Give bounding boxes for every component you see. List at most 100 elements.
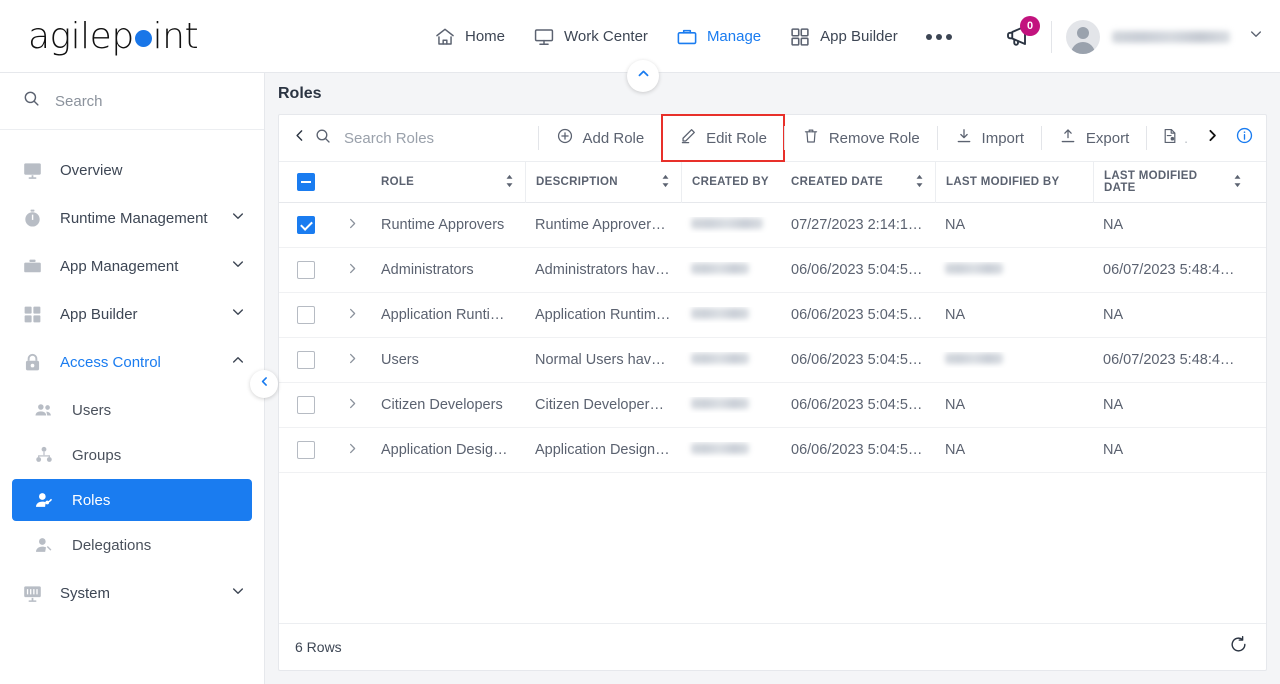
- cell-last-modified-by: [935, 262, 1093, 278]
- sidebar-label-overview: Overview: [60, 161, 123, 179]
- sidebar-item-runtime-management[interactable]: Runtime Management: [0, 194, 264, 242]
- row-expand-button[interactable]: [333, 396, 371, 415]
- row-checkbox[interactable]: [297, 441, 315, 459]
- select-all-checkbox[interactable]: [297, 173, 315, 191]
- row-expand-button[interactable]: [333, 306, 371, 325]
- sidebar-item-app-builder[interactable]: App Builder: [0, 290, 264, 338]
- sidebar-nav: Overview Runtime Management App Manageme…: [0, 130, 264, 617]
- row-expand-button[interactable]: [333, 261, 371, 280]
- column-header-last-modified-date[interactable]: LAST MODIFIED DATE: [1093, 162, 1253, 203]
- row-checkbox-cell: [279, 351, 333, 369]
- row-expand-button[interactable]: [333, 351, 371, 370]
- column-header-role[interactable]: ROLE: [371, 162, 525, 203]
- table-row[interactable]: Application Design… Application Design… 06…: [279, 428, 1266, 473]
- nav-item-work-center[interactable]: Work Center: [519, 20, 662, 54]
- nav-item-manage[interactable]: Manage: [662, 20, 775, 54]
- column-label-last-modified-by: LAST MODIFIED BY: [946, 176, 1060, 188]
- sidebar-item-app-management[interactable]: App Management: [0, 242, 264, 290]
- chevron-left-icon: [258, 375, 271, 393]
- import-button[interactable]: Import: [938, 115, 1042, 161]
- row-checkbox-cell: [279, 396, 333, 414]
- system-icon: [22, 583, 48, 604]
- cell-last-modified-date: 06/07/2023 5:48:4…: [1103, 262, 1235, 278]
- sort-icon[interactable]: [660, 174, 671, 191]
- page-title: Roles: [278, 85, 322, 102]
- sidebar-item-delegations[interactable]: Delegations: [12, 524, 252, 566]
- row-expand-button[interactable]: [333, 216, 371, 235]
- cell-created-date: 06/06/2023 5:04:5…: [791, 352, 923, 368]
- avatar[interactable]: [1066, 19, 1100, 54]
- chevron-down-icon[interactable]: [1248, 26, 1264, 47]
- ellipsis-icon[interactable]: [912, 28, 966, 46]
- import-icon: [955, 127, 973, 149]
- sidebar-item-overview[interactable]: Overview: [0, 146, 264, 194]
- cell-role: Application Runtim…: [381, 307, 517, 323]
- table-row[interactable]: Citizen Developers Citizen Developers … 06…: [279, 383, 1266, 428]
- row-checkbox[interactable]: [297, 216, 315, 234]
- notifications-button[interactable]: 0: [1003, 15, 1040, 54]
- cell-role: Runtime Approvers: [381, 217, 505, 233]
- table-row[interactable]: Application Runtim… Application Runtim… 06…: [279, 293, 1266, 338]
- created-by-redacted: [691, 398, 749, 409]
- cell-created-date: 07/27/2023 2:14:1…: [791, 217, 923, 233]
- row-checkbox[interactable]: [297, 396, 315, 414]
- sort-icon[interactable]: [504, 174, 515, 191]
- created-by-redacted: [691, 263, 749, 274]
- add-role-button[interactable]: Add Role: [539, 115, 662, 161]
- logo-text-part1: agilep: [28, 16, 134, 57]
- header-collapse-toggle[interactable]: [627, 60, 659, 92]
- sidebar-item-access-control[interactable]: Access Control: [0, 338, 264, 386]
- table-row[interactable]: Users Normal Users have… 06/06/2023 5:04:5…: [279, 338, 1266, 383]
- agilepoint-logo[interactable]: agilep int: [28, 16, 199, 57]
- sort-icon[interactable]: [914, 174, 925, 191]
- report-button[interactable]: .: [1147, 127, 1194, 150]
- sidebar-label-runtime-management: Runtime Management: [60, 209, 208, 227]
- avatar-head: [1077, 26, 1089, 39]
- select-all-checkbox-cell: [279, 162, 333, 203]
- remove-role-button[interactable]: Remove Role: [785, 115, 937, 161]
- table-row[interactable]: Runtime Approvers Runtime Approvers… 07/27…: [279, 203, 1266, 248]
- created-by-redacted: [691, 308, 749, 319]
- created-by-redacted: [691, 218, 763, 229]
- sidebar-item-users[interactable]: Users: [12, 389, 252, 431]
- sidebar-search-input[interactable]: Search: [0, 73, 264, 130]
- sidebar-collapse-toggle[interactable]: [250, 370, 278, 398]
- row-checkbox[interactable]: [297, 351, 315, 369]
- export-icon: [1059, 127, 1077, 149]
- toolbar-back-button[interactable]: [285, 127, 314, 149]
- role-icon: [34, 490, 60, 510]
- table-row[interactable]: Administrators Administrators hav… 06/06/2…: [279, 248, 1266, 293]
- edit-role-button[interactable]: Edit Role: [661, 114, 785, 162]
- briefcase-icon: [676, 26, 698, 48]
- header-divider: [1051, 20, 1052, 53]
- toolbar-more-button[interactable]: [1194, 127, 1231, 149]
- sidebar-item-groups[interactable]: Groups: [12, 434, 252, 476]
- cell-created-by: [681, 352, 781, 368]
- nav-item-home[interactable]: Home: [420, 20, 519, 54]
- refresh-button[interactable]: [1229, 635, 1248, 659]
- sidebar-item-system[interactable]: System: [0, 569, 264, 617]
- row-checkbox[interactable]: [297, 306, 315, 324]
- cell-last-modified-by: NA: [945, 217, 966, 233]
- nav-item-app-builder[interactable]: App Builder: [775, 20, 912, 54]
- cell-last-modified-date: NA: [1103, 217, 1124, 233]
- column-header-created-by[interactable]: CREATED BY: [681, 162, 781, 203]
- info-button[interactable]: [1231, 126, 1266, 150]
- row-expand-button[interactable]: [333, 441, 371, 460]
- cell-created-date: 06/06/2023 5:04:5…: [791, 397, 923, 413]
- cell-last-modified-by: [935, 352, 1093, 368]
- cell-last-modified-date: NA: [1103, 442, 1124, 458]
- column-header-description[interactable]: DESCRIPTION: [525, 162, 681, 203]
- chevron-right-icon: [1204, 127, 1221, 149]
- sidebar-item-roles[interactable]: Roles: [12, 479, 252, 521]
- sidebar-label-app-builder: App Builder: [60, 305, 138, 323]
- cell-created-by: [681, 307, 781, 323]
- column-header-created-date[interactable]: CREATED DATE: [781, 162, 935, 203]
- column-label-created-date: CREATED DATE: [791, 176, 883, 188]
- chevron-right-icon: [345, 396, 360, 415]
- sort-icon[interactable]: [1232, 174, 1243, 191]
- search-roles-input[interactable]: Search Roles: [314, 127, 538, 150]
- export-button[interactable]: Export: [1042, 115, 1146, 161]
- row-checkbox[interactable]: [297, 261, 315, 279]
- column-header-last-modified-by[interactable]: LAST MODIFIED BY: [935, 162, 1093, 203]
